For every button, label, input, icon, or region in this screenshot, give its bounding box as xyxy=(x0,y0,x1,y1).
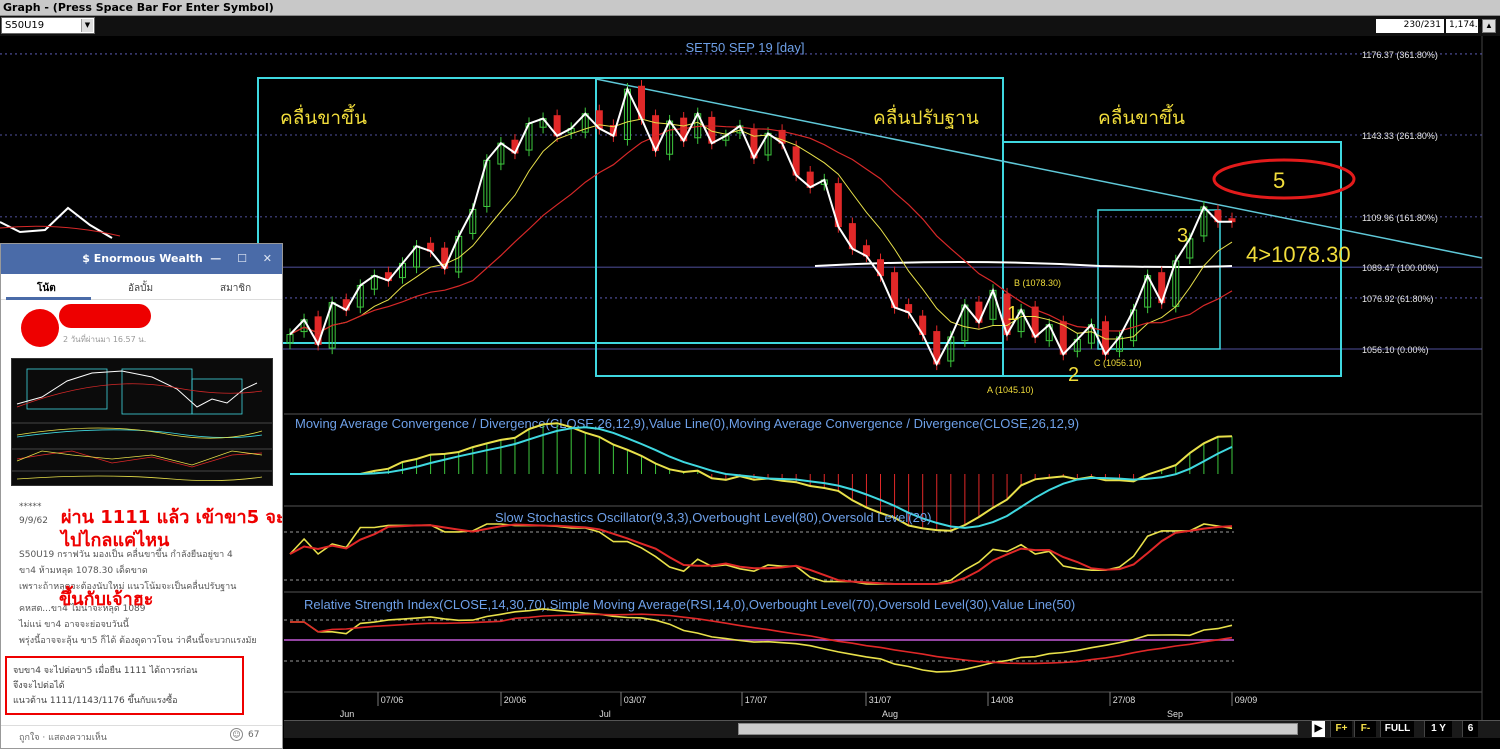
wave-zigzag-line xyxy=(289,86,1232,367)
label-wave5: 5 xyxy=(1273,168,1285,193)
post-line: ไม่แน่ ขา4 อาจจะย่อจบวันนี้ xyxy=(19,620,129,630)
post-line: ขา4 ห้ามหลุด 1078.30 เด็ดขาด xyxy=(19,566,148,576)
play-button[interactable]: ▶ xyxy=(1311,721,1325,737)
x-month-label: Jun xyxy=(340,709,355,719)
label-wave-up-2: คลื่นขาขึ้น xyxy=(1098,104,1185,129)
label-wave3: 3 xyxy=(1177,225,1188,247)
label-wave-up-1: คลื่นขาขึ้น xyxy=(280,104,367,129)
horizontal-scrollbar[interactable] xyxy=(738,723,1298,735)
post-line: พรุ่งนี้อาจจะลุ้น ขา5 ก็ได้ ต้องดูดาวโจน… xyxy=(19,636,257,646)
tab-albums[interactable]: อัลบั้ม xyxy=(128,281,153,296)
chart-toolbar xyxy=(0,16,1500,36)
main-chart-title: SET50 SEP 19 [day] xyxy=(686,40,805,55)
rsi-title: Relative Strength Index(CLOSE,14,30,70),… xyxy=(304,597,1075,612)
x-axis: 07/06 20/06 03/07 17/07 31/07 14/08 27/08 09/09… xyxy=(340,692,1258,719)
tab-members[interactable]: สมาชิก xyxy=(220,281,251,296)
zoom-out-button[interactable]: F- xyxy=(1354,721,1376,737)
thumbnail-chart-image xyxy=(12,368,272,481)
stoch-k-line xyxy=(289,523,1233,585)
fib-level-label: 1056.10 (0.00%) xyxy=(1362,345,1429,355)
x-date-label: 27/08 xyxy=(1113,695,1136,705)
avatar[interactable] xyxy=(21,309,59,347)
label-wave4: 4>1078.30 xyxy=(1246,242,1351,267)
fb-group-panel: $ Enormous Wealth — ☐ ✕ โน้ต อัลบั้ม สมา… xyxy=(0,243,283,749)
bar-count-readout: 230/231 xyxy=(1376,19,1444,33)
post-date: 9/9/62 xyxy=(19,516,48,526)
red-headline-text: ผ่าน 1111 แล้ว เข้าขา5 จะไปไกลแค่ไหน xyxy=(61,507,283,551)
fb-panel-header: $ Enormous Wealth — ☐ ✕ xyxy=(1,244,282,274)
window-title: Graph - (Press Space Bar For Enter Symbo… xyxy=(3,1,274,14)
symbol-input[interactable]: S50U19 ▼ xyxy=(1,17,95,34)
fib-level-label: 1076.92 (61.80%) xyxy=(1362,294,1434,304)
fib-level-label: 1176.37 (361.80%) xyxy=(1362,50,1438,60)
x-date-label: 17/07 xyxy=(745,695,768,705)
callout-text: จบขา4 จะไปต่อขา5 เมื่อยืน 1111 ได้ถาวรก่… xyxy=(13,664,239,709)
x-date-label: 14/08 xyxy=(991,695,1014,705)
window-controls-icon[interactable]: — ☐ ✕ xyxy=(210,244,278,274)
symbol-value: S50U19 xyxy=(5,20,45,31)
x-date-label: 20/06 xyxy=(504,695,527,705)
fb-tabs: โน้ต อัลบั้ม สมาชิก xyxy=(1,274,282,300)
like-comment-link[interactable]: ถูกใจ · แสดงความเห็น xyxy=(19,730,107,744)
last-price-readout: 1,174.71 xyxy=(1446,19,1489,33)
trend-line xyxy=(595,78,1483,259)
smiley-icon[interactable]: ☺ xyxy=(230,728,243,741)
tab-notes[interactable]: โน้ต xyxy=(37,281,56,296)
label-point-b: B (1078.30) xyxy=(1014,278,1061,288)
six-month-button[interactable]: 6 xyxy=(1462,721,1478,737)
window-titlebar: Graph - (Press Space Bar For Enter Symbo… xyxy=(0,0,1500,16)
label-point-c: C (1056.10) xyxy=(1094,358,1142,368)
stoch-title: Slow Stochastics Oscillator(9,3,3),Overb… xyxy=(495,510,931,525)
label-wave1: 1 xyxy=(1007,303,1018,325)
stoch-d-line xyxy=(289,523,1233,585)
full-range-button[interactable]: FULL xyxy=(1380,721,1414,737)
fib-level-label: 1143.33 (261.80%) xyxy=(1362,131,1438,141)
label-point-a: A (1045.10) xyxy=(987,385,1034,395)
fb-group-name: $ Enormous Wealth xyxy=(82,252,203,265)
post-chart-thumbnail[interactable] xyxy=(11,358,273,486)
x-date-label: 03/07 xyxy=(624,695,647,705)
x-month-label: Aug xyxy=(882,709,898,719)
callout-line: จบขา4 จะไปต่อขา5 เมื่อยืน 1111 ได้ถาวรก่… xyxy=(13,666,198,676)
label-wave-correction: คลื่นปรับฐาน xyxy=(873,104,979,129)
prior-zigzag xyxy=(0,206,113,239)
fib-level-label: 1109.96 (161.80%) xyxy=(1362,213,1438,223)
callout-line: แนวต้าน 1111/1143/1176 ขึ้นกับแรงซื้อ xyxy=(13,696,178,706)
x-date-label: 09/09 xyxy=(1235,695,1258,705)
one-year-button[interactable]: 1 Y xyxy=(1424,721,1452,737)
rsi-ma-line xyxy=(290,613,1233,665)
active-tab-indicator xyxy=(6,297,91,300)
zoom-in-button[interactable]: F+ xyxy=(1330,721,1352,737)
x-month-label: Sep xyxy=(1167,709,1183,719)
author-name-redacted xyxy=(59,304,151,328)
ma-long-line xyxy=(289,125,1233,336)
scroll-up-icon[interactable]: ▲ xyxy=(1482,19,1496,33)
x-date-label: 07/06 xyxy=(381,695,404,705)
fib-level-label: 1089.47 (100.00%) xyxy=(1362,263,1439,273)
label-wave2: 2 xyxy=(1068,364,1079,386)
x-date-label: 31/07 xyxy=(869,695,892,705)
red-sub-text: ขึ้นกับเจ้าฮะ xyxy=(59,589,154,610)
post-stars: ***** xyxy=(19,502,42,512)
reaction-count: 67 xyxy=(248,730,260,740)
ma-short-line xyxy=(289,118,1233,340)
callout-line: จึงจะไปต่อได้ xyxy=(13,681,65,691)
chevron-down-icon[interactable]: ▼ xyxy=(81,19,93,32)
post-time: 2 วันที่ผ่านมา 16.57 น. xyxy=(63,335,147,344)
macd-title: Moving Average Convergence / Divergence(… xyxy=(295,416,1079,431)
x-month-label: Jul xyxy=(599,709,611,719)
